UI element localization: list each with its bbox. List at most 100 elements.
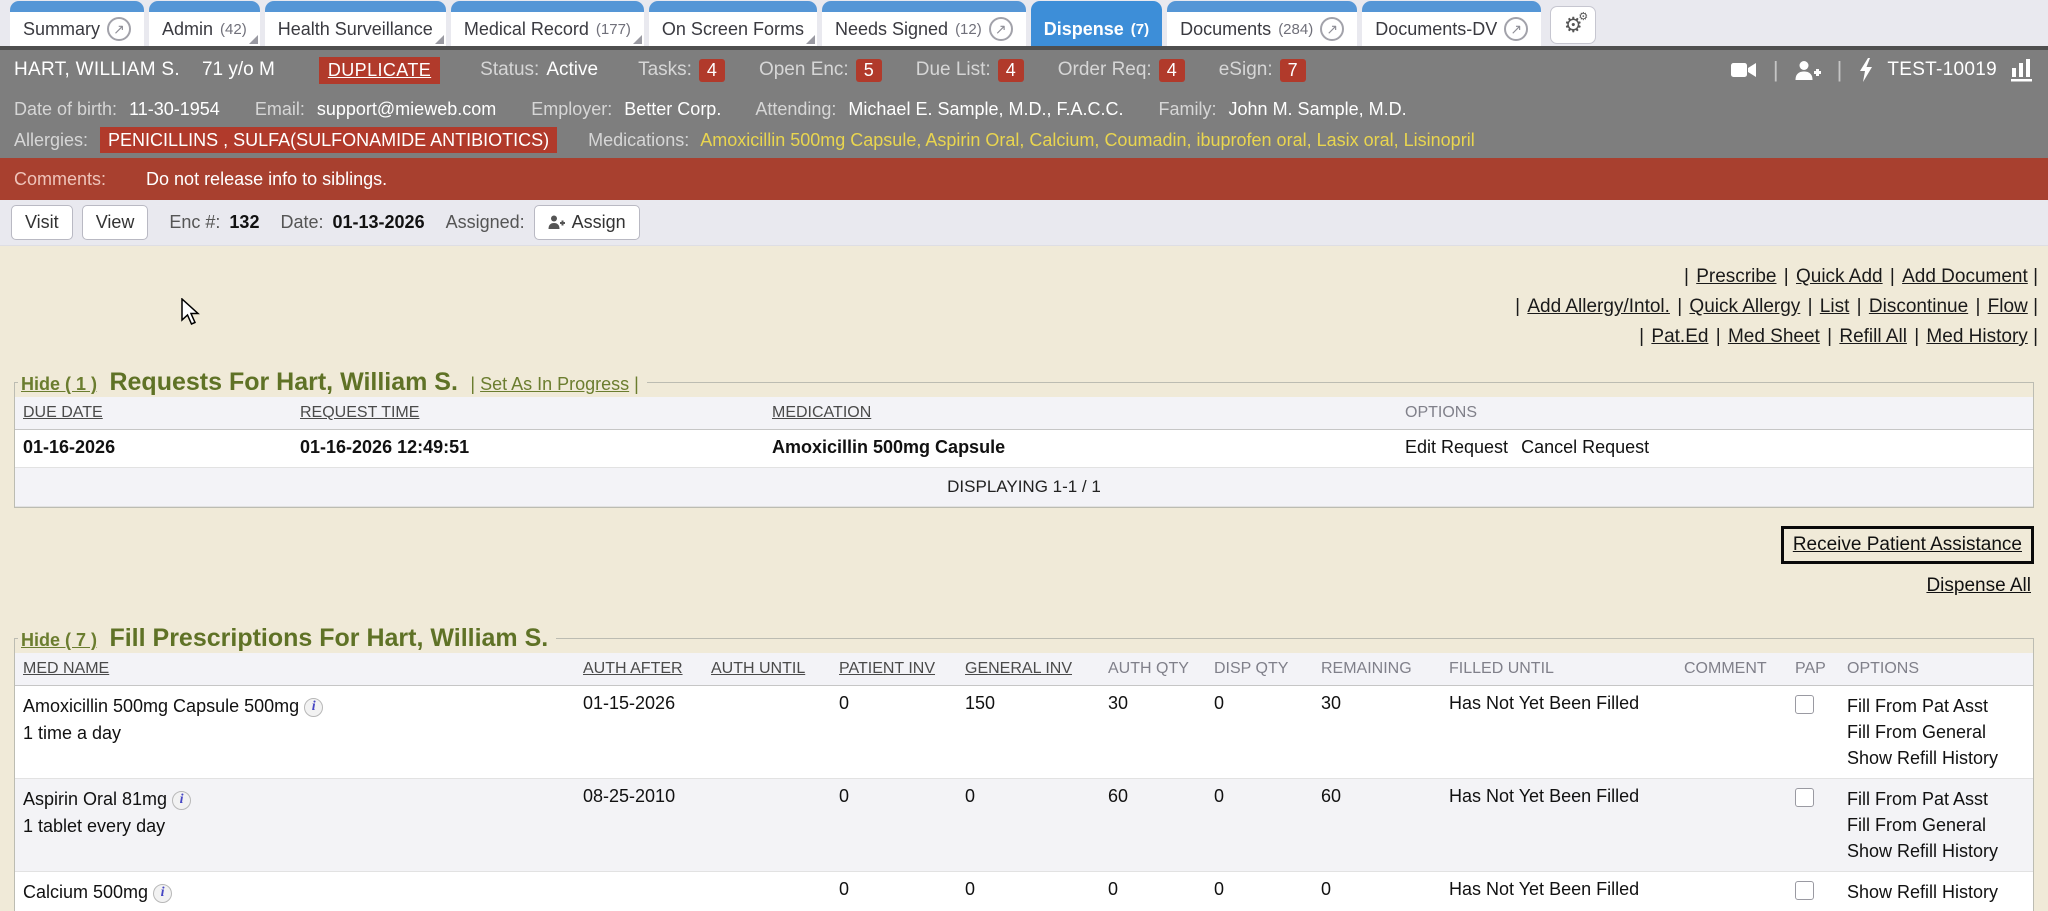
due-date-column-header[interactable]: DUE DATE [15, 397, 292, 430]
medication-column-header[interactable]: MEDICATION [764, 397, 1397, 430]
set-in-progress-wrap: Set As In Progress [470, 374, 638, 394]
med-sheet-link[interactable]: Med Sheet [1714, 326, 1820, 347]
popout-icon[interactable]: ↗ [989, 17, 1013, 41]
quick-add-link[interactable]: Quick Add [1782, 266, 1883, 287]
order-req-count-badge[interactable]: 4 [1159, 59, 1185, 82]
pap-checkbox[interactable] [1795, 788, 1814, 807]
demographics-row: Date of birth: 11-30-1954 Email: support… [14, 94, 2034, 125]
general-inv-column-header[interactable]: GENERAL INV [957, 653, 1100, 686]
station-id: TEST-10019 [1887, 59, 1997, 81]
comments-label: Comments: [14, 169, 106, 190]
settings-button[interactable]: ⚙ ⚙ [1550, 6, 1596, 44]
medication-link[interactable]: Aspirin Oral [925, 130, 1029, 150]
fill-from-general-link[interactable]: Fill From General [1847, 812, 2025, 838]
tab-label: Admin [162, 19, 213, 40]
cancel-request-link[interactable]: Cancel Request [1521, 437, 1649, 457]
duplicate-flag-link[interactable]: DUPLICATE [319, 57, 440, 84]
refill-all-link[interactable]: Refill All [1825, 326, 1907, 347]
open-enc-counter: Open Enc: 5 [759, 59, 882, 82]
allergies-medications-row: Allergies: PENICILLINS , SULFA(SULFONAMI… [14, 125, 2034, 156]
due-list-count-badge[interactable]: 4 [998, 59, 1024, 82]
order-req-counter: Order Req: 4 [1058, 59, 1185, 82]
dispense-all-link[interactable]: Dispense All [1781, 575, 2031, 597]
show-refill-history-link[interactable]: Show Refill History [1847, 838, 2025, 864]
show-refill-history-link[interactable]: Show Refill History [1847, 879, 2025, 905]
set-as-in-progress-link[interactable]: Set As In Progress [480, 374, 629, 394]
show-refill-history-link[interactable]: Show Refill History [1847, 745, 2025, 771]
info-icon[interactable]: i [304, 698, 323, 717]
visit-button[interactable]: Visit [11, 205, 73, 240]
open-enc-count-badge[interactable]: 5 [856, 59, 882, 82]
add-document-link[interactable]: Add Document [1888, 266, 2028, 287]
employer-value: Better Corp. [624, 99, 721, 119]
view-button[interactable]: View [82, 205, 149, 240]
receive-patient-assistance-link[interactable]: Receive Patient Assistance [1793, 534, 2022, 555]
auth-until-column-header[interactable]: AUTH UNTIL [703, 653, 831, 686]
medication-link[interactable]: Coumadin [1104, 130, 1196, 150]
esign-count-badge[interactable]: 7 [1280, 59, 1306, 82]
add-allergy-link[interactable]: Add Allergy/Intol. [1513, 296, 1670, 317]
patient-inv-cell: 0 [831, 686, 957, 779]
tab-health-surveillance[interactable]: Health Surveillance [265, 1, 446, 46]
tasks-count-badge[interactable]: 4 [699, 59, 725, 82]
allergies-value[interactable]: PENICILLINS , SULFA(SULFONAMIDE ANTIBIOT… [100, 127, 557, 153]
add-person-icon[interactable] [1795, 60, 1821, 81]
general-inv-cell: 0 [957, 872, 1100, 911]
quick-allergy-link[interactable]: Quick Allergy [1675, 296, 1800, 317]
popout-icon[interactable]: ↗ [1320, 17, 1344, 41]
pap-checkbox[interactable] [1795, 695, 1814, 714]
assign-button[interactable]: Assign [534, 205, 640, 240]
tab-on-screen-forms[interactable]: On Screen Forms [649, 1, 817, 46]
patient-inv-column-header[interactable]: PATIENT INV [831, 653, 957, 686]
fill-from-pat-asst-link[interactable]: Fill From Pat Asst [1847, 786, 2025, 812]
lightning-icon[interactable] [1858, 58, 1874, 82]
tab-documents-dv[interactable]: Documents-DV ↗ [1362, 1, 1541, 46]
tab-admin[interactable]: Admin (42) [149, 1, 260, 46]
fill-from-general-link[interactable]: Fill From General [1847, 719, 2025, 745]
video-camera-icon[interactable] [1731, 60, 1757, 80]
pated-link[interactable]: Pat.Ed [1637, 326, 1708, 347]
medication-link[interactable]: Lasix oral [1317, 130, 1404, 150]
auth-after-cell [575, 872, 703, 911]
tab-medical-record[interactable]: Medical Record (177) [451, 1, 644, 46]
prescription-row: Aspirin Oral 81mgi 1 tablet every day 08… [15, 779, 2033, 872]
tab-summary[interactable]: Summary ↗ [10, 1, 144, 46]
sig-text: 1 time a day [23, 720, 567, 747]
tab-needs-signed[interactable]: Needs Signed (12) ↗ [822, 1, 1026, 46]
auth-after-column-header[interactable]: AUTH AFTER [575, 653, 703, 686]
med-name-column-header[interactable]: MED NAME [15, 653, 575, 686]
tab-label: Needs Signed [835, 19, 948, 40]
tab-documents[interactable]: Documents (284) ↗ [1167, 1, 1357, 46]
med-history-link[interactable]: Med History [1912, 326, 2028, 347]
medication-link[interactable]: Lisinopril [1404, 130, 1475, 150]
hide-requests-link[interactable]: Hide ( 1 ) [21, 374, 97, 394]
pap-checkbox[interactable] [1795, 881, 1814, 900]
med-name: Calcium 500mgi [23, 882, 172, 902]
tab-count: (12) [955, 21, 982, 38]
info-icon[interactable]: i [172, 791, 191, 810]
request-time-column-header[interactable]: REQUEST TIME [292, 397, 764, 430]
prescribe-link[interactable]: Prescribe [1682, 266, 1776, 287]
medication-link[interactable]: Calcium [1029, 130, 1104, 150]
info-icon[interactable]: i [153, 884, 172, 903]
fill-from-pat-asst-link[interactable]: Fill From Pat Asst [1847, 693, 2025, 719]
tab-dispense[interactable]: Dispense (7) [1031, 1, 1162, 46]
popout-icon[interactable]: ↗ [1504, 17, 1528, 41]
filled-until-cell: Has Not Yet Been Filled [1441, 686, 1676, 779]
email-value: support@mieweb.com [317, 99, 496, 119]
fill-prescriptions-section: Hide ( 7 ) Fill Prescriptions For Hart, … [14, 624, 2034, 911]
patient-inv-cell: 0 [831, 872, 957, 911]
medication-link[interactable]: Amoxicillin 500mg Capsule [700, 130, 925, 150]
options-cell: Edit Request Cancel Request [1397, 430, 2033, 468]
medication-link[interactable]: ibuprofen oral [1197, 130, 1317, 150]
fill-prescriptions-table: MED NAME AUTH AFTER AUTH UNTIL PATIENT I… [15, 653, 2033, 911]
edit-request-link[interactable]: Edit Request [1405, 437, 1508, 457]
discontinue-link[interactable]: Discontinue [1855, 296, 1969, 317]
popout-icon[interactable]: ↗ [107, 17, 131, 41]
hide-fill-link[interactable]: Hide ( 7 ) [21, 630, 97, 650]
list-link[interactable]: List [1806, 296, 1850, 317]
flowsheet-chart-icon[interactable] [2010, 58, 2034, 82]
comments-bar: Comments: Do not release info to sibling… [0, 158, 2048, 200]
sig-text: 1 tablet bid [23, 906, 567, 911]
flow-link[interactable]: Flow [1973, 296, 2027, 317]
